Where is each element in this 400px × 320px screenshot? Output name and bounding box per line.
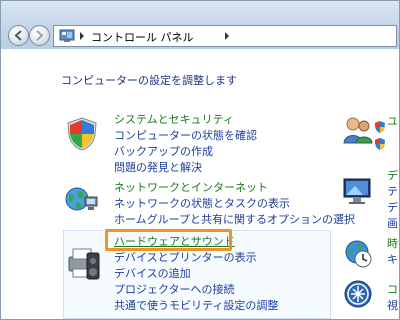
link-network-status-tasks[interactable]: ネットワークの状態とタスクの表示 xyxy=(114,195,290,211)
breadcrumb-chevron-icon[interactable] xyxy=(224,32,230,40)
forward-button[interactable] xyxy=(29,25,50,46)
right-item-visual[interactable]: 視覚 xyxy=(387,297,399,313)
appearance-monitor-icon xyxy=(343,178,371,204)
right-item-desktop-background[interactable]: デス xyxy=(387,199,399,215)
link-connect-projector[interactable]: プロジェクターへの接続 xyxy=(114,281,235,297)
address-bar[interactable]: コントロール パネル xyxy=(53,25,397,47)
right-item-screen[interactable]: 画面 xyxy=(387,215,399,231)
link-view-devices-printers[interactable]: デバイスとプリンターの表示 xyxy=(114,249,257,265)
clock-globe-icon xyxy=(345,240,372,268)
link-mobility-settings[interactable]: 共通で使うモビリティ設定の調整 xyxy=(114,297,278,313)
link-create-backup[interactable]: バックアップの作成 xyxy=(114,143,213,159)
page-heading: コンピューターの設定を調整します xyxy=(61,74,237,87)
right-category-column: ユー デス テー デス 画面 時計 キー xyxy=(339,49,399,319)
link-troubleshoot[interactable]: 問題の発見と解決 xyxy=(114,159,202,175)
category-network-internet-title[interactable]: ネットワークとインターネット xyxy=(114,179,268,195)
right-item-desktop[interactable]: デス xyxy=(387,167,399,183)
control-panel-content: コンピューターの設定を調整します システムとセキュリティ コンピューターの状態を… xyxy=(1,49,399,319)
link-homegroup-sharing-options[interactable]: ホームグループと共有に関するオプションの選択 xyxy=(114,211,355,227)
right-item-keyboard[interactable]: キー xyxy=(387,251,399,267)
network-globe-icon xyxy=(65,187,98,211)
back-arrow-icon xyxy=(14,30,22,41)
breadcrumb-separator-icon[interactable] xyxy=(79,32,85,40)
small-shield-icon xyxy=(375,121,385,133)
hardware-sound-highlight-box xyxy=(105,229,232,251)
link-add-device[interactable]: デバイスの追加 xyxy=(114,265,191,281)
control-panel-window: コントロール パネル コンピューターの設定を調整します システムとセキュリティ … xyxy=(0,0,400,320)
right-item-theme[interactable]: テー xyxy=(387,183,399,199)
control-panel-icon xyxy=(59,29,75,42)
ease-of-access-icon xyxy=(344,280,372,308)
right-item-clock[interactable]: 時計 xyxy=(387,235,399,251)
security-shield-icon xyxy=(67,117,97,151)
breadcrumb-control-panel[interactable]: コントロール パネル xyxy=(91,29,194,45)
window-chrome: コントロール パネル xyxy=(1,1,399,49)
printer-speaker-icon xyxy=(68,248,100,280)
user-accounts-icon xyxy=(343,117,373,144)
small-shield-icon xyxy=(375,138,385,150)
right-item-user-accounts[interactable]: ユー xyxy=(387,113,399,129)
right-item-ease-of-access[interactable]: コン xyxy=(387,281,399,297)
forward-arrow-icon xyxy=(36,30,44,41)
category-system-security-title[interactable]: システムとセキュリティ xyxy=(114,111,234,127)
back-button[interactable] xyxy=(8,25,29,46)
link-check-computer-status[interactable]: コンピューターの状態を確認 xyxy=(114,127,257,143)
